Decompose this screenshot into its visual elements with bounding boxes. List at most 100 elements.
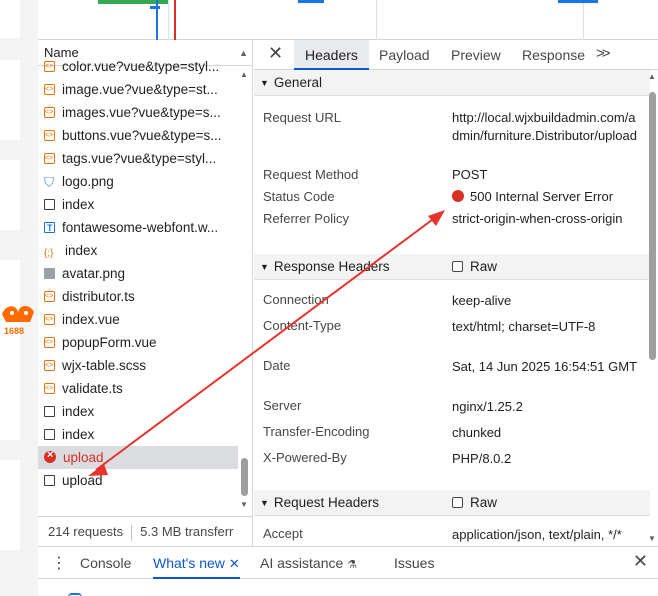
- response-header-value[interactable]: chunked: [452, 424, 642, 442]
- page-block: [0, 260, 20, 440]
- request-row[interactable]: distributor.ts: [38, 285, 238, 308]
- request-name: index: [62, 404, 95, 419]
- status-code-value[interactable]: 500 Internal Server Error: [452, 188, 642, 206]
- close-details-icon[interactable]: ✕: [268, 43, 283, 64]
- network-overview-timeline[interactable]: [38, 0, 658, 40]
- font-icon: [44, 217, 55, 239]
- status-code-label: Status Code: [263, 189, 335, 204]
- request-row[interactable]: tags.vue?vue&type=styl...: [38, 147, 238, 170]
- requests-count: 214 requests: [48, 524, 124, 539]
- tab-preview[interactable]: Preview: [451, 40, 501, 70]
- status-divider: [131, 524, 133, 541]
- timeline-bar: [150, 6, 160, 9]
- error-icon: [44, 446, 56, 467]
- response-header-value[interactable]: text/html; charset=UTF-8: [452, 318, 642, 336]
- referrer-policy-value[interactable]: strict-origin-when-cross-origin: [452, 210, 642, 228]
- general-section-header[interactable]: ▼ General: [254, 70, 650, 96]
- scroll-up-icon[interactable]: ▲: [648, 72, 656, 81]
- collapse-triangle-icon: ▼: [260, 262, 269, 272]
- request-row[interactable]: wjx-table.scss: [38, 354, 238, 377]
- request-row[interactable]: validate.ts: [38, 377, 238, 400]
- raw-checkbox[interactable]: [452, 497, 463, 508]
- whats-new-label: What's new: [153, 555, 225, 571]
- response-headers-section-header[interactable]: ▼ Response Headers Raw: [254, 254, 650, 280]
- response-headers-title: Response Headers: [273, 259, 390, 274]
- tab-response[interactable]: Response: [522, 40, 585, 70]
- request-row[interactable]: ⛉ logo.png: [38, 170, 238, 193]
- request-header-value[interactable]: application/json, text/plain, */*: [452, 526, 642, 544]
- response-header-value[interactable]: Sat, 14 Jun 2025 16:54:51 GMT: [452, 358, 642, 376]
- flask-icon: ⚗: [347, 559, 358, 571]
- shield-image-icon: ⛉: [44, 175, 55, 190]
- close-tab-icon[interactable]: ✕: [229, 556, 240, 571]
- request-row[interactable]: popupForm.vue: [38, 331, 238, 354]
- error-status-dot-icon: [452, 190, 464, 202]
- request-row[interactable]: images.vue?vue&type=s...: [38, 101, 238, 124]
- request-name: index: [65, 243, 98, 258]
- request-list-scrollbar[interactable]: ▲ ▼: [240, 70, 248, 515]
- request-row[interactable]: index.vue: [38, 308, 238, 331]
- request-row[interactable]: upload: [38, 446, 238, 469]
- code-icon: [44, 101, 55, 124]
- more-tabs-chevron-icon[interactable]: >>: [596, 45, 610, 62]
- load-marker: [174, 0, 176, 40]
- referrer-policy-label: Referrer Policy: [263, 211, 349, 226]
- request-method-value[interactable]: POST: [452, 166, 642, 184]
- request-row[interactable]: color.vue?vue&type=styl...: [38, 55, 238, 78]
- scrollbar-thumb[interactable]: [649, 92, 656, 360]
- request-name: tags.vue?vue&type=styl...: [62, 151, 217, 166]
- more-options-kebab-icon[interactable]: ⋮: [51, 553, 67, 573]
- request-row[interactable]: avatar.png: [38, 262, 238, 285]
- request-name: validate.ts: [62, 381, 123, 396]
- details-scrollbar[interactable]: ▲ ▼: [648, 72, 656, 546]
- request-row[interactable]: fontawesome-webfont.w...: [38, 216, 238, 239]
- request-name: fontawesome-webfont.w...: [62, 220, 219, 235]
- request-row[interactable]: index: [38, 423, 238, 446]
- code-icon: [44, 55, 55, 78]
- response-header-name: X-Powered-By: [263, 450, 347, 465]
- request-header-name: Accept: [263, 526, 303, 541]
- close-drawer-icon[interactable]: ✕: [633, 551, 648, 572]
- request-method-label: Request Method: [263, 167, 359, 182]
- request-name: color.vue?vue&type=styl...: [62, 59, 220, 74]
- response-header-value[interactable]: nginx/1.25.2: [452, 398, 642, 416]
- request-row[interactable]: index: [38, 193, 238, 216]
- scroll-down-icon[interactable]: ▼: [240, 500, 248, 509]
- code-icon: [44, 377, 55, 400]
- response-raw-toggle[interactable]: Raw: [452, 254, 497, 280]
- request-name: index: [62, 427, 95, 442]
- document-icon: [44, 199, 55, 210]
- request-headers-section-header[interactable]: ▼ Request Headers Raw: [254, 490, 650, 516]
- tab-headers[interactable]: Headers: [294, 40, 369, 70]
- tab-ai-assistance[interactable]: AI assistance ⚗: [260, 547, 357, 579]
- tab-console[interactable]: Console: [80, 547, 131, 579]
- page-block: [0, 60, 20, 140]
- request-name: image.vue?vue&type=st...: [62, 82, 218, 97]
- response-header-value[interactable]: PHP/8.0.2: [452, 450, 642, 468]
- code-icon: [44, 331, 55, 354]
- code-icon: [44, 285, 55, 308]
- request-raw-toggle[interactable]: Raw: [452, 490, 497, 516]
- raw-label: Raw: [470, 495, 498, 510]
- request-headers-title: Request Headers: [273, 495, 379, 510]
- response-header-value[interactable]: keep-alive: [452, 292, 642, 310]
- request-url-value[interactable]: http://local.wjxbuildadmin.com/admin/fur…: [452, 109, 642, 145]
- scroll-down-icon[interactable]: ▼: [648, 534, 656, 543]
- request-row[interactable]: buttons.vue?vue&type=s...: [38, 124, 238, 147]
- sort-ascending-icon[interactable]: ▲: [239, 40, 248, 66]
- page-block: [0, 160, 20, 230]
- details-tab-bar: ✕ Headers Payload Preview Response >>: [254, 40, 658, 70]
- request-row[interactable]: image.vue?vue&type=st...: [38, 78, 238, 101]
- scrollbar-thumb[interactable]: [241, 458, 248, 496]
- request-row[interactable]: {;} index: [38, 239, 238, 262]
- collapse-triangle-icon: ▼: [260, 78, 269, 88]
- request-name: images.vue?vue&type=s...: [62, 105, 221, 120]
- response-header-name: Content-Type: [263, 318, 342, 333]
- raw-checkbox[interactable]: [452, 261, 463, 272]
- request-row[interactable]: upload: [38, 469, 238, 492]
- tab-issues[interactable]: Issues: [394, 547, 434, 579]
- tab-payload[interactable]: Payload: [379, 40, 430, 70]
- scroll-up-icon[interactable]: ▲: [240, 70, 248, 79]
- request-row[interactable]: index: [38, 400, 238, 423]
- tab-whats-new[interactable]: What's new ✕: [153, 547, 240, 579]
